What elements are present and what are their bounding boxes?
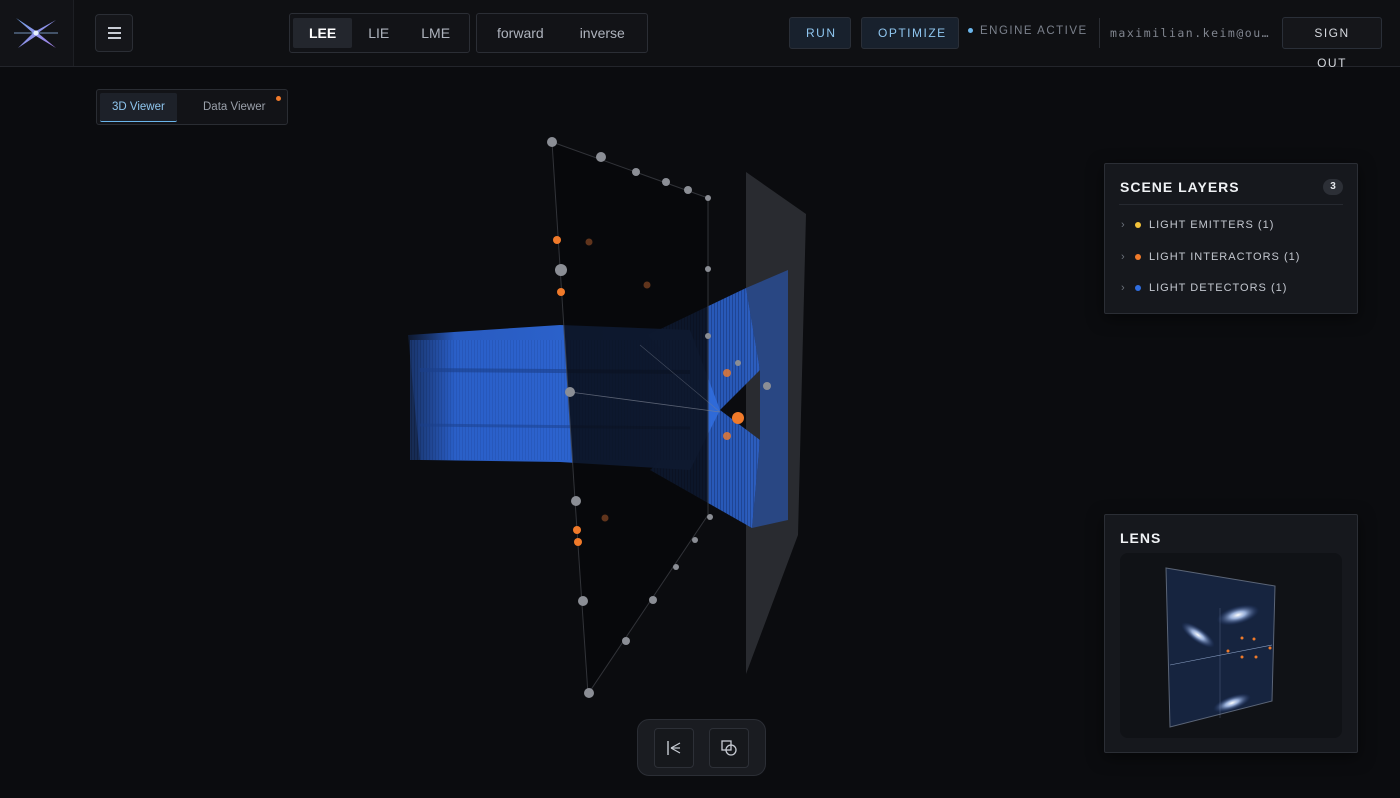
emitter-dot-icon	[1135, 222, 1141, 229]
detector-dot-icon	[1135, 285, 1141, 292]
chevron-right-icon: ›	[1121, 251, 1126, 263]
chevron-right-icon: ›	[1121, 219, 1126, 231]
scene-layers-panel: SCENE LAYERS 3 › LIGHT EMITTERS (1) › LIGH…	[1104, 163, 1358, 314]
lens-view[interactable]	[1120, 553, 1342, 738]
tab-data-viewer[interactable]: Data Viewer	[191, 93, 277, 121]
notification-dot	[276, 96, 281, 101]
chevron-right-icon: ›	[1121, 282, 1126, 294]
shapes-icon	[721, 740, 737, 756]
layer-light-interactors[interactable]: › LIGHT INTERACTORS (1)	[1121, 247, 1300, 267]
lens-preview-image	[1165, 567, 1276, 728]
divider	[1119, 204, 1343, 205]
align-left-icon	[667, 741, 681, 755]
interactor-plane[interactable]	[551, 141, 709, 696]
layer-light-emitters[interactable]: › LIGHT EMITTERS (1)	[1121, 215, 1274, 235]
viewer-tabs: 3D Viewer Data Viewer	[96, 89, 288, 125]
layer-count-badge: 3	[1323, 179, 1343, 195]
lens-panel: LENS	[1104, 514, 1358, 753]
interactor-dot-icon	[1135, 254, 1141, 261]
panel-title: LENS	[1120, 530, 1162, 546]
panel-title: SCENE LAYERS	[1120, 179, 1240, 195]
align-tool-button[interactable]	[654, 728, 694, 768]
shapes-tool-button[interactable]	[709, 728, 749, 768]
layer-light-detectors[interactable]: › LIGHT DETECTORS (1)	[1121, 278, 1287, 298]
tab-3d-viewer[interactable]: 3D Viewer	[100, 93, 177, 122]
bottom-toolbar	[637, 719, 766, 776]
